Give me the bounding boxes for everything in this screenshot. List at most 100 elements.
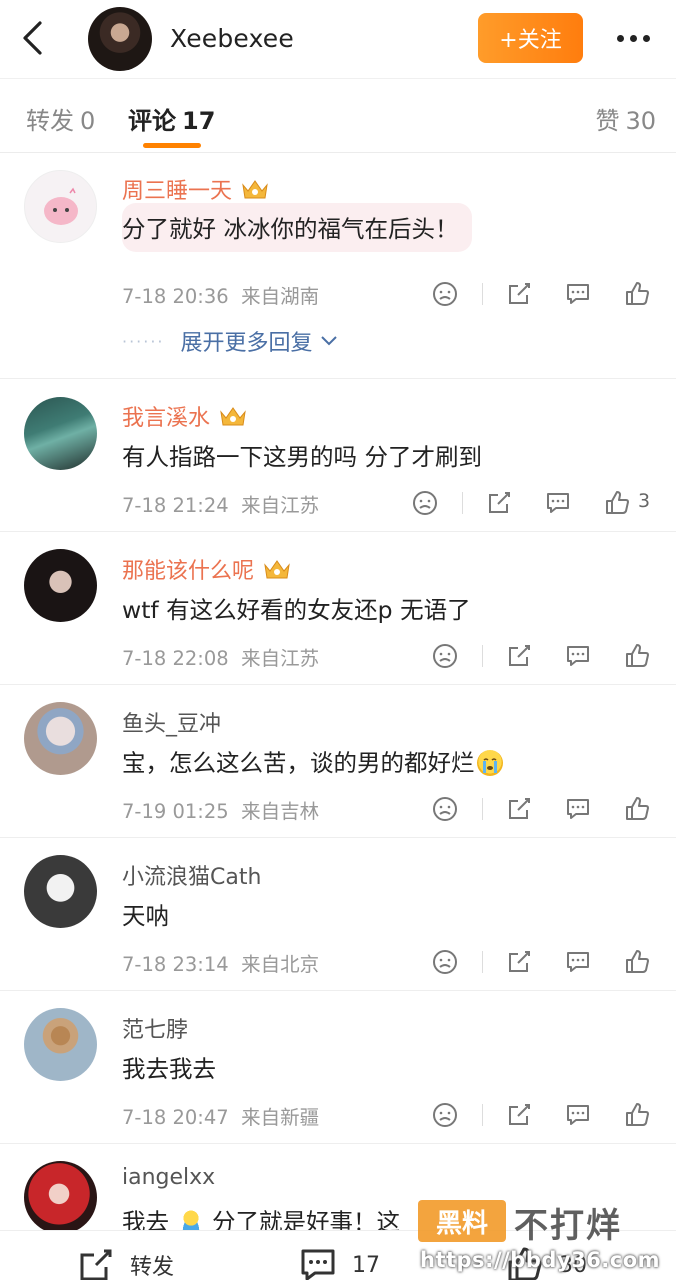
commenter-name[interactable]: 小流浪猫Cath — [122, 859, 261, 891]
share-icon[interactable] — [502, 277, 536, 311]
comment-actions — [425, 1098, 665, 1132]
action-divider — [482, 645, 483, 667]
comment-time: 7-19 01:25 — [122, 800, 229, 823]
comment-text-body: 宝，怎么这么苦，谈的男的都好烂 — [122, 749, 475, 777]
action-divider — [462, 492, 463, 514]
commenter-name[interactable]: 那能该什么呢 — [122, 553, 292, 585]
commenter-name[interactable]: 鱼头_豆冲 — [122, 706, 221, 738]
share-icon[interactable] — [482, 486, 516, 520]
like-icon[interactable] — [600, 486, 634, 520]
share-icon[interactable] — [502, 945, 536, 979]
commenter-name[interactable]: 范七脖 — [122, 1012, 188, 1044]
dislike-icon[interactable] — [428, 277, 462, 311]
more-icon[interactable] — [608, 22, 658, 54]
bottom-repost-button[interactable]: 转发 — [76, 1245, 174, 1280]
commenter-name[interactable]: 周三睡一天 — [122, 173, 270, 205]
commenter-avatar[interactable] — [24, 397, 97, 470]
like-icon[interactable] — [620, 1098, 654, 1132]
commenter-name-text: 周三睡一天 — [122, 179, 233, 204]
comment-text: 天呐 — [122, 902, 169, 930]
comment-list: 周三睡一天 分了就好 冰冰你的福气在后头！ 7-18 20:36 来自湖南 ··… — [0, 153, 676, 1230]
vip-crown-icon — [264, 560, 290, 579]
commenter-name-text: iangelxx — [122, 1165, 216, 1190]
comment-icon — [301, 1249, 335, 1280]
comment-text-part: 我去 — [122, 1208, 169, 1230]
reply-icon[interactable] — [561, 277, 595, 311]
top-bar: Xeebexee +关注 — [0, 0, 676, 78]
tab-repost-count: 0 — [80, 107, 96, 135]
comment-actions: 3 — [405, 486, 650, 520]
like-icon[interactable] — [620, 639, 654, 673]
share-icon[interactable] — [502, 639, 536, 673]
tab-comment[interactable]: 评论 17 — [128, 101, 215, 136]
follow-button[interactable]: +关注 — [478, 13, 583, 63]
tab-like[interactable]: 赞 30 — [595, 101, 656, 136]
crying-face-emoji-icon — [476, 750, 503, 776]
reply-icon[interactable] — [561, 792, 595, 826]
chevron-down-icon — [320, 336, 337, 346]
comment-meta: 7-18 20:36 来自湖南 — [122, 280, 319, 309]
commenter-avatar[interactable] — [24, 855, 97, 928]
comment-text: wtf 有这么好看的女友还p 无语了 — [122, 596, 471, 624]
comment-item: 我言溪水 有人指路一下这男的吗 分了才刷到 7-18 21:24 来自江苏 3 — [0, 379, 676, 532]
reply-icon[interactable] — [561, 945, 595, 979]
comment-location: 来自湖南 — [241, 285, 320, 308]
tab-like-label: 赞 — [595, 107, 620, 135]
commenter-name[interactable]: iangelxx — [122, 1165, 215, 1190]
comment-meta: 7-19 01:25 来自吉林 — [122, 795, 319, 824]
comment-actions — [425, 639, 665, 673]
commenter-avatar[interactable] — [24, 170, 97, 243]
comment-actions — [425, 277, 665, 311]
commenter-avatar[interactable] — [24, 549, 97, 622]
reply-icon[interactable] — [561, 1098, 595, 1132]
comment-text: 我去我去 — [122, 1055, 216, 1083]
comment-time: 7-18 20:36 — [122, 285, 229, 308]
action-divider — [482, 1104, 483, 1126]
comment-location: 来自吉林 — [241, 800, 320, 823]
bottom-comment-button[interactable]: 17 — [298, 1245, 380, 1280]
dislike-icon[interactable] — [428, 639, 462, 673]
dislike-icon[interactable] — [428, 792, 462, 826]
comment-meta: 7-18 22:08 来自江苏 — [122, 642, 319, 671]
like-icon[interactable] — [620, 945, 654, 979]
commenter-avatar[interactable] — [24, 1161, 97, 1230]
tab-comment-count: 17 — [182, 107, 216, 135]
vip-crown-icon — [220, 407, 246, 426]
dislike-icon[interactable] — [408, 486, 442, 520]
share-icon[interactable] — [502, 1098, 536, 1132]
comment-actions — [425, 792, 665, 826]
commenter-avatar[interactable] — [24, 1008, 97, 1081]
commenter-name[interactable]: 我言溪水 — [122, 400, 248, 432]
commenter-name-text: 我言溪水 — [122, 406, 211, 431]
expand-replies-label: 展开更多回复 — [180, 331, 313, 356]
comment-item: 小流浪猫Cath 天呐 7-18 23:14 来自北京 — [0, 838, 676, 991]
comment-item: 鱼头_豆冲 宝，怎么这么苦，谈的男的都好烂 7-19 01:25 来自吉林 — [0, 685, 676, 838]
author-avatar[interactable] — [88, 7, 152, 71]
expand-replies-link[interactable]: ······ 展开更多回复 — [122, 325, 339, 357]
tab-bar: 转发 0 评论 17 赞 30 — [0, 78, 676, 153]
active-tab-indicator — [143, 143, 201, 148]
tab-repost[interactable]: 转发 0 — [26, 101, 95, 136]
comment-text-part: 分了就是好事！这 — [211, 1208, 400, 1230]
commenter-name-text: 小流浪猫Cath — [122, 865, 262, 890]
commenter-name-text: 那能该什么呢 — [122, 559, 255, 584]
commenter-avatar[interactable] — [24, 702, 97, 775]
reply-icon[interactable] — [541, 486, 575, 520]
back-arrow-icon[interactable] — [14, 18, 50, 58]
like-icon[interactable] — [620, 792, 654, 826]
share-icon[interactable] — [502, 792, 536, 826]
dislike-icon[interactable] — [428, 1098, 462, 1132]
watermark: 黑料 不打烊 https://bbdy36.com — [418, 1196, 663, 1274]
action-divider — [482, 951, 483, 973]
like-icon[interactable] — [620, 277, 654, 311]
bottom-comment-count: 17 — [352, 1252, 380, 1278]
watermark-logo: 黑料 — [418, 1200, 506, 1242]
comment-meta: 7-18 23:14 来自北京 — [122, 948, 319, 977]
reply-icon[interactable] — [561, 639, 595, 673]
comment-text: 宝，怎么这么苦，谈的男的都好烂 — [122, 744, 503, 778]
comment-location: 来自江苏 — [241, 647, 320, 670]
author-name[interactable]: Xeebexee — [170, 24, 294, 53]
comment-time: 7-18 22:08 — [122, 647, 229, 670]
dislike-icon[interactable] — [428, 945, 462, 979]
comment-location: 来自江苏 — [241, 494, 320, 517]
